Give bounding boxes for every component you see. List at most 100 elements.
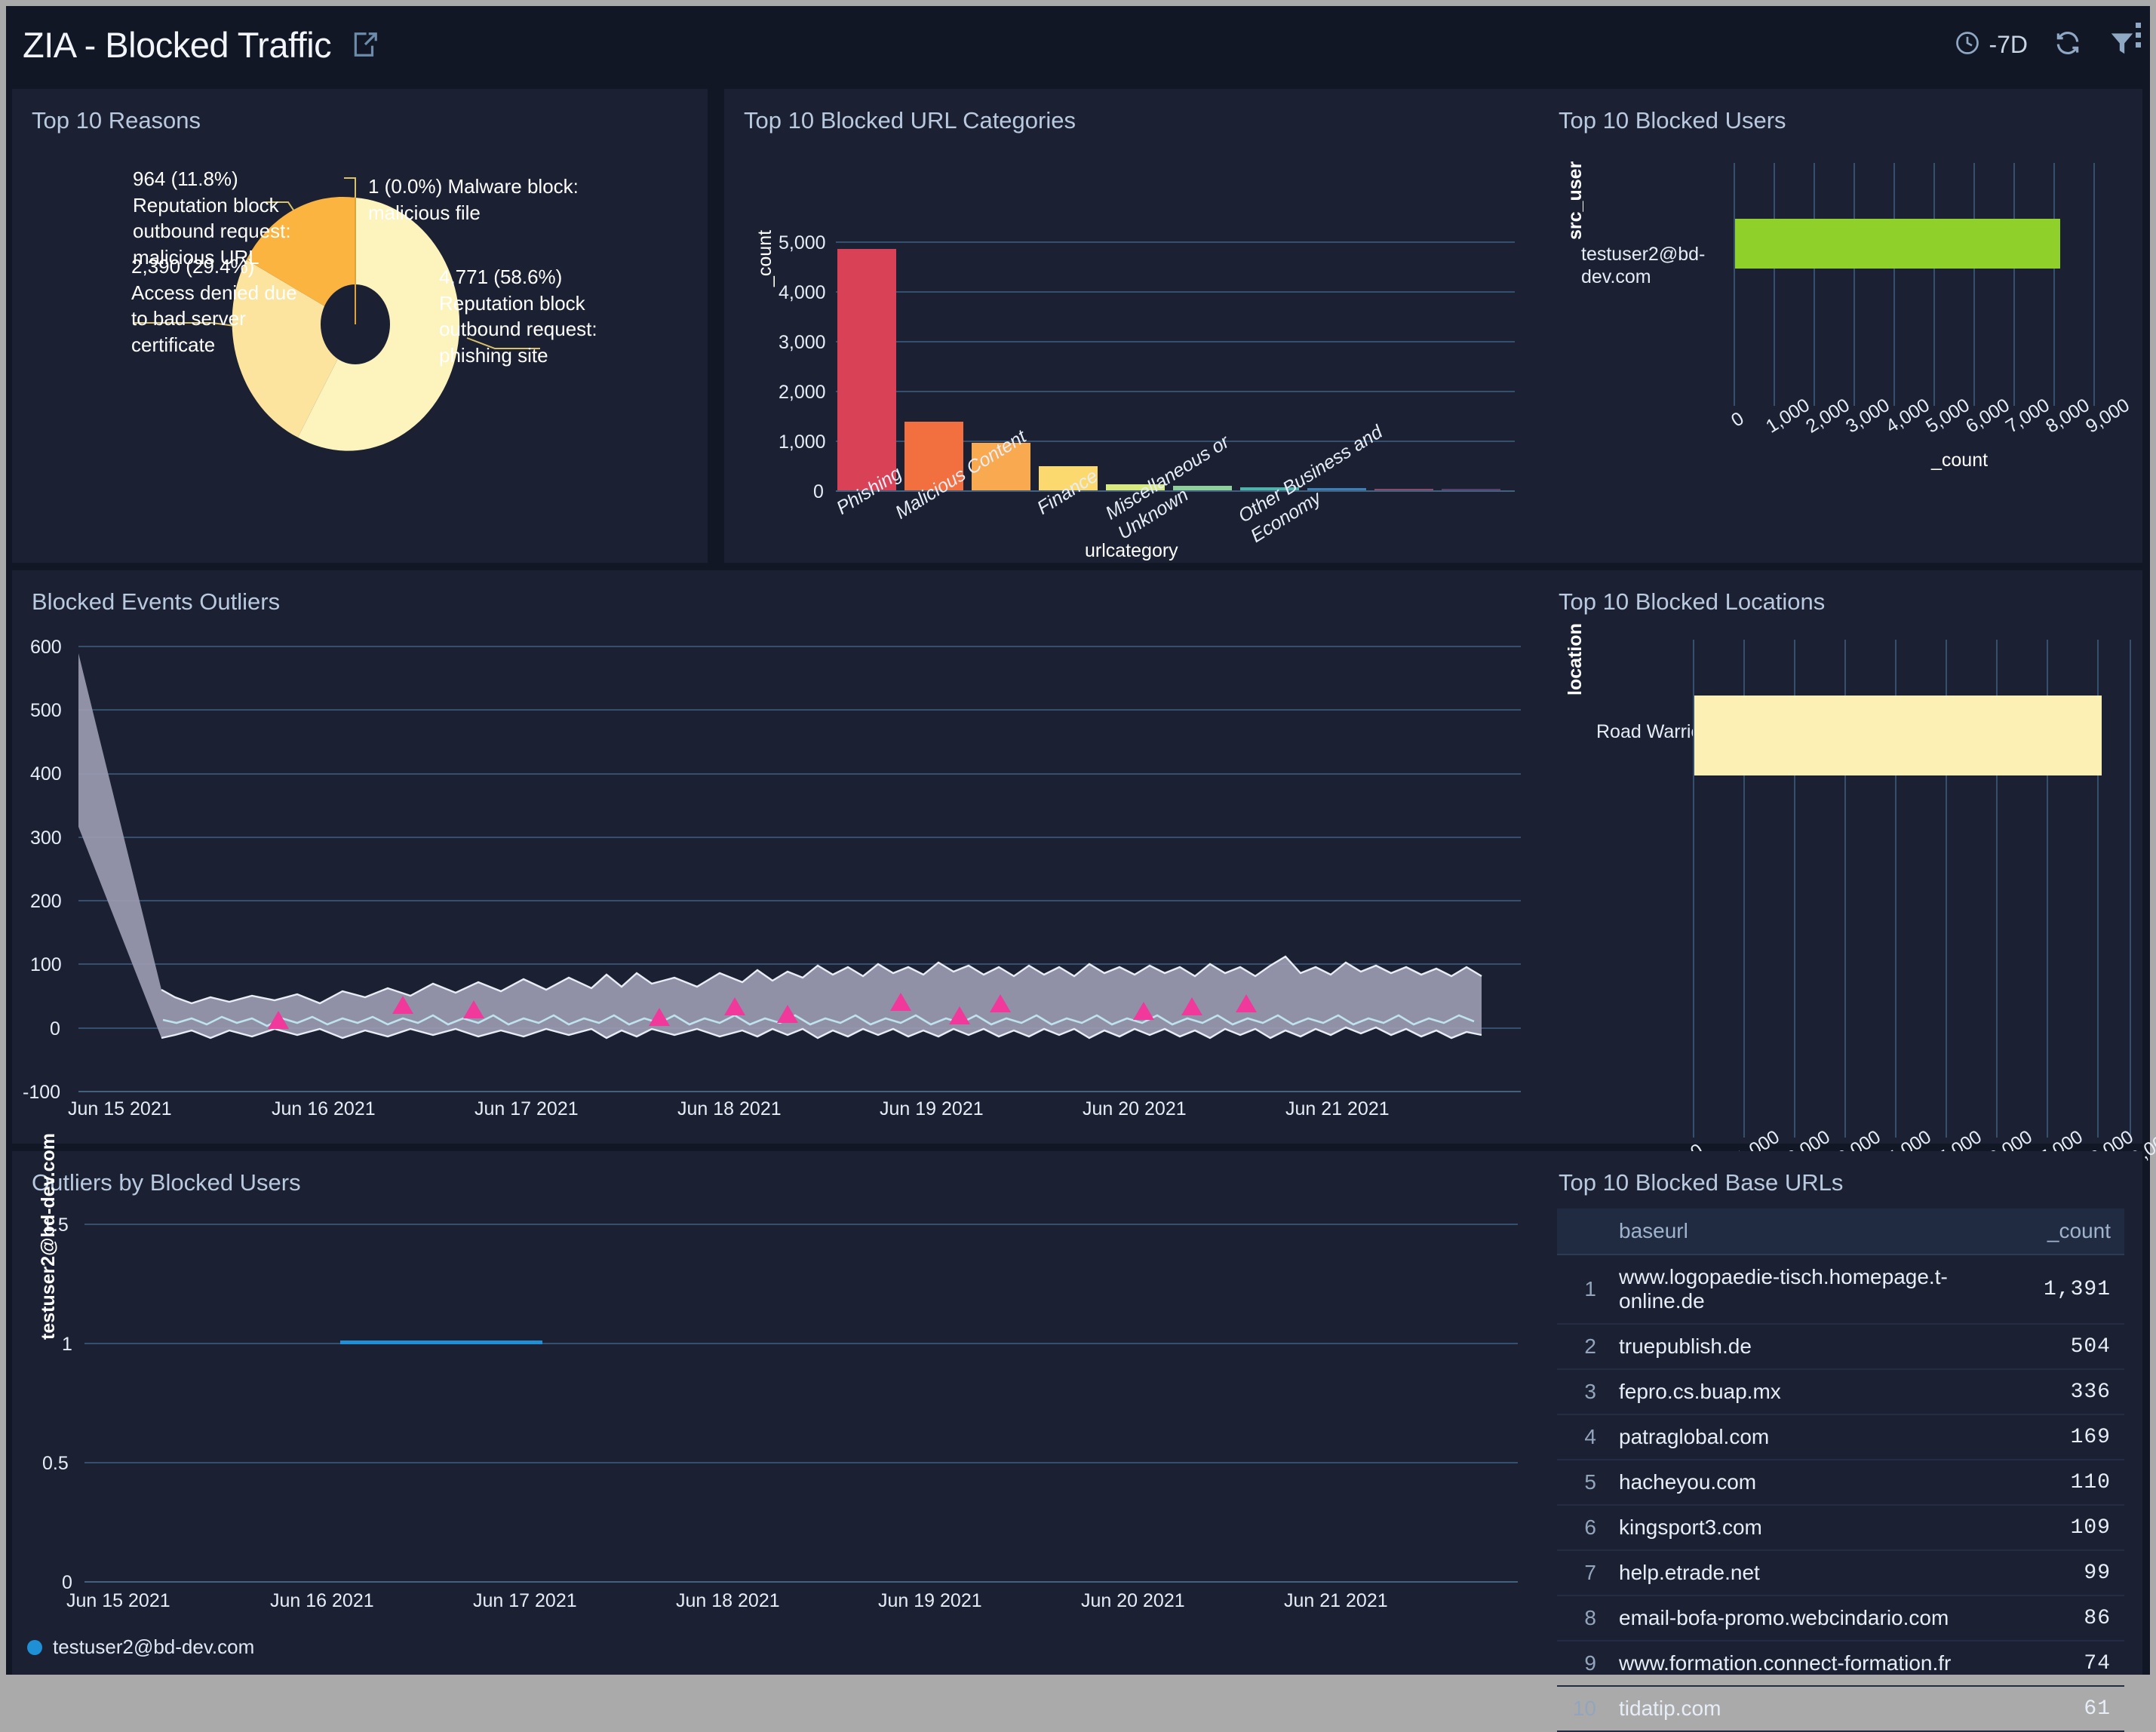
x-tick-uo-jun20: Jun 20 2021 [1081,1590,1185,1611]
row-index: 6 [1557,1505,1605,1551]
cell-baseurl: fepro.cs.buap.mx [1605,1369,2030,1415]
legend-user-outliers[interactable]: testuser2@bd-dev.com [27,1635,254,1659]
bar-phishing[interactable] [837,249,896,490]
vgrid-loc-9000 [2130,640,2131,1138]
vgrid-7000 [2013,163,2015,406]
table-row[interactable]: 5 hacheyou.com 110 [1557,1460,2124,1506]
bar-shopping[interactable] [1442,489,1500,490]
vgrid-1000 [1774,163,1775,406]
series-line-testuser2 [340,1340,542,1344]
y-tick-4000: 4,000 [779,282,826,303]
panel-title-urlcats: Top 10 Blocked URL Categories [744,107,1076,134]
vgrid-5000 [1933,163,1935,406]
table-row[interactable]: 10 tidatip.com 61 [1557,1686,2124,1732]
vgrid-4000 [1893,163,1895,406]
outliers-line-chart [78,653,1482,1040]
bar-streaming-media[interactable] [1374,489,1433,490]
pie-label-malicious-file: 1 (0.0%) Malware block: malicious file [368,175,579,224]
row-index: 10 [1557,1686,1605,1732]
panel-top-10-blocked-base-urls: Top 10 Blocked Base URLs baseurl _count … [1539,1151,2142,1732]
y-tick-1000: 1,000 [779,431,826,453]
row-index: 8 [1557,1595,1605,1641]
y-tick-uo-1: 1 [62,1334,72,1355]
table-row[interactable]: 6 kingsport3.com 109 [1557,1505,2124,1551]
table-row[interactable]: 2 truepublish.de 504 [1557,1324,2124,1370]
row-index: 3 [1557,1369,1605,1415]
y-tick-out-600: 600 [30,637,62,658]
page-title: ZIA - Blocked Traffic [23,24,332,65]
legend-swatch-testuser2 [27,1639,42,1655]
refresh-button[interactable] [2053,29,2082,61]
cell-count: 86 [2029,1595,2124,1641]
x-tick-out-jun18: Jun 18 2021 [677,1098,782,1119]
time-range-button[interactable]: -7D [1954,29,2028,60]
cell-baseurl: www.formation.connect-formation.fr [1605,1641,2030,1687]
panel-title-outliers: Blocked Events Outliers [32,588,281,615]
y-tick-3000: 3,000 [779,332,826,353]
hbar-testuser2[interactable] [1735,219,2060,269]
x-tick-uo-jun21: Jun 21 2021 [1284,1590,1388,1611]
cell-baseurl: tidatip.com [1605,1686,2030,1732]
y-tick-out-0: 0 [50,1018,60,1040]
cell-count: 1,391 [2029,1254,2124,1325]
vgrid-8000 [2053,163,2055,406]
share-icon[interactable] [351,30,379,59]
panel-top-10-blocked-users: Top 10 Blocked Users src_user testuser2@… [1539,89,2142,563]
cell-count: 61 [2029,1686,2124,1732]
cell-count: 336 [2029,1369,2124,1415]
y-tick-uo-0p5: 0.5 [42,1453,69,1474]
row-index: 4 [1557,1414,1605,1460]
col-baseurl[interactable]: baseurl [1605,1208,2030,1255]
y-tick-out-300: 300 [30,828,62,849]
filter-button[interactable] [2108,29,2136,61]
vgrid-2000 [1814,163,1815,406]
panel-blocked-events-outliers: Blocked Events Outliers 600 500 400 300 … [12,570,1539,1144]
cell-baseurl: patraglobal.com [1605,1414,2030,1460]
x-tick-out-jun17: Jun 17 2021 [475,1098,579,1119]
x-tick-out-jun16: Jun 16 2021 [272,1098,376,1119]
kebab-menu-icon[interactable] [2136,23,2141,48]
row-index: 1 [1557,1254,1605,1325]
table-row[interactable]: 4 patraglobal.com 169 [1557,1414,2124,1460]
vgrid-6000 [1973,163,1975,406]
table-row[interactable]: 7 help.etrade.net 99 [1557,1550,2124,1596]
y-tick-2000: 2,000 [779,382,826,403]
cell-baseurl: help.etrade.net [1605,1550,2030,1596]
table-row[interactable]: 9 www.formation.connect-formation.fr 74 [1557,1641,2124,1687]
clock-icon [1954,29,1981,60]
bars-container [836,241,1515,490]
cell-count: 169 [2029,1414,2124,1460]
hbar-road-warrior[interactable] [1694,696,2102,775]
gridline-uo-1 [84,1343,1518,1344]
dashboard-header: ZIA - Blocked Traffic -7D [6,6,2150,83]
table-row[interactable]: 8 email-bofa-promo.webcindario.com 86 [1557,1595,2124,1641]
panel-title-baseurls: Top 10 Blocked Base URLs [1559,1169,1844,1196]
y-tick-5000: 5,000 [779,232,826,253]
x-tick-uo-jun17: Jun 17 2021 [473,1590,577,1611]
vgrid-9000 [2093,163,2095,406]
panel-top-10-reasons: Top 10 Reasons 2,390 (29.4%) Access deni… [12,89,708,563]
dashboard-root: ZIA - Blocked Traffic -7D Top 10 Reasons… [6,6,2156,1732]
x-tick-out-jun21: Jun 21 2021 [1285,1098,1390,1119]
col-count[interactable]: _count [2029,1208,2124,1255]
col-index [1557,1208,1605,1255]
cell-count: 109 [2029,1505,2124,1551]
pie-label-malicious-url: 964 (11.8%) Reputation block outbound re… [133,167,291,269]
table-row[interactable]: 3 fepro.cs.buap.mx 336 [1557,1369,2124,1415]
filter-icon [2108,29,2136,61]
panel-top-10-blocked-locations: Top 10 Blocked Locations location Road W… [1539,570,2156,1204]
cell-baseurl: email-bofa-promo.webcindario.com [1605,1595,2030,1641]
row-index: 5 [1557,1460,1605,1506]
cell-baseurl: truepublish.de [1605,1324,2030,1370]
cell-baseurl: www.logopaedie-tisch.homepage.t-online.d… [1605,1254,2030,1325]
header-actions: -7D [1954,6,2136,83]
x-tick-uo-jun19: Jun 19 2021 [878,1590,982,1611]
row-index: 2 [1557,1324,1605,1370]
panel-title-user-outliers: Outliers by Blocked Users [32,1169,301,1196]
cell-count: 110 [2029,1460,2124,1506]
y-tick-out-200: 200 [30,891,62,912]
base-urls-table-container[interactable]: baseurl _count 1 www.logopaedie-tisch.ho… [1557,1208,2124,1732]
table-row[interactable]: 1 www.logopaedie-tisch.homepage.t-online… [1557,1254,2124,1325]
x-axis-title-urlcategory: urlcategory [1085,540,1178,561]
x-tick-uo-jun15: Jun 15 2021 [66,1590,170,1611]
